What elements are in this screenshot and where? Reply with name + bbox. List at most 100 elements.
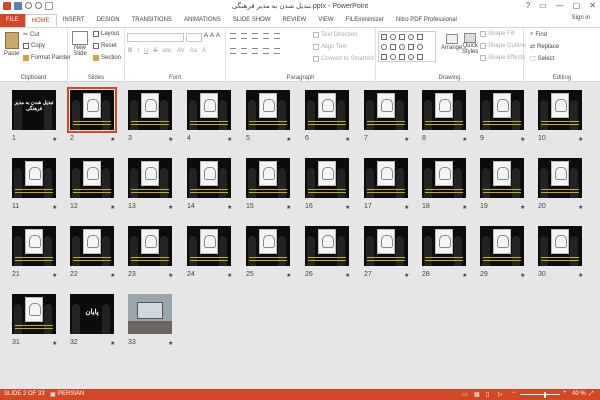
tab-animations[interactable]: ANIMATIONS <box>178 14 227 27</box>
transition-star-icon[interactable]: ★ <box>110 272 115 279</box>
align-center-icon[interactable] <box>241 48 247 54</box>
slide-thumbnail[interactable] <box>538 226 582 266</box>
shape-icon[interactable] <box>408 54 414 60</box>
align-text-button[interactable]: Align Text <box>313 44 347 50</box>
increase-font-size-button[interactable]: A <box>204 33 208 39</box>
transition-star-icon[interactable]: ★ <box>110 136 115 143</box>
transition-star-icon[interactable]: ★ <box>168 272 173 279</box>
underline-button[interactable]: U <box>144 48 148 54</box>
transition-star-icon[interactable]: ★ <box>286 272 291 279</box>
shape-icon[interactable] <box>381 54 387 60</box>
shape-icon[interactable] <box>399 34 405 40</box>
ribbon-display-icon[interactable]: ▭ <box>539 1 547 10</box>
font-name-select[interactable] <box>127 33 184 42</box>
shape-icon[interactable] <box>399 44 405 50</box>
zoom-slider-track[interactable] <box>520 394 560 395</box>
decrease-font-size-button[interactable]: A <box>210 33 214 39</box>
increase-indent-icon[interactable] <box>263 33 269 39</box>
line-spacing-icon[interactable] <box>274 33 280 39</box>
tab-review[interactable]: REVIEW <box>277 14 313 27</box>
slide-thumbnail[interactable] <box>364 158 408 198</box>
slide-thumbnail[interactable] <box>128 294 172 334</box>
reset-button[interactable]: Reset <box>93 43 117 49</box>
transition-star-icon[interactable]: ★ <box>168 204 173 211</box>
slide-thumbnail[interactable] <box>12 294 56 334</box>
transition-star-icon[interactable]: ★ <box>168 340 173 347</box>
tab-transitions[interactable]: TRANSITIONS <box>126 14 178 27</box>
slide-show-view-icon[interactable]: ▷ <box>498 391 503 398</box>
shapes-gallery[interactable] <box>378 31 436 62</box>
shape-icon[interactable] <box>399 54 405 60</box>
slide-thumbnail[interactable] <box>246 226 290 266</box>
maximize-icon[interactable]: ▢ <box>573 1 581 10</box>
slide-thumbnail[interactable] <box>187 158 231 198</box>
close-icon[interactable]: ✕ <box>589 1 596 10</box>
slide-thumbnail[interactable] <box>364 226 408 266</box>
shape-icon[interactable] <box>408 34 414 40</box>
slide-thumbnail[interactable] <box>480 90 524 130</box>
format-painter-button[interactable]: Format Painter <box>23 55 71 61</box>
shape-fill-button[interactable]: Shape Fill <box>480 31 515 37</box>
tab-nitro-pdf[interactable]: Nitro PDF Professional <box>390 14 463 27</box>
convert-smartart-button[interactable]: Convert to SmartArt <box>313 56 374 62</box>
transition-star-icon[interactable]: ★ <box>227 204 232 211</box>
transition-star-icon[interactable]: ★ <box>168 136 173 143</box>
paste-button[interactable]: Paste <box>4 32 19 57</box>
transition-star-icon[interactable]: ★ <box>52 340 57 347</box>
slide-thumbnail[interactable] <box>70 226 114 266</box>
slide-thumbnail[interactable] <box>422 90 466 130</box>
shape-icon[interactable] <box>381 34 387 40</box>
slide-thumbnail[interactable] <box>305 158 349 198</box>
shape-outline-button[interactable]: Shape Outline <box>480 43 526 49</box>
transition-star-icon[interactable]: ★ <box>345 204 350 211</box>
slide-sorter-pane[interactable]: تبدیل شدن به مدیر فرهنگی 1 ★ 2 ★ 3 ★ 4 ★ 5 ★ 6 ★ 7 ★ 8 ★… <box>0 82 600 389</box>
transition-star-icon[interactable]: ★ <box>404 204 409 211</box>
slide-thumbnail[interactable] <box>480 226 524 266</box>
transition-star-icon[interactable]: ★ <box>462 204 467 211</box>
zoom-level[interactable]: 40 % <box>572 391 586 397</box>
slide-thumbnail[interactable] <box>422 158 466 198</box>
shape-icon[interactable] <box>408 44 414 50</box>
columns-icon[interactable] <box>274 48 280 54</box>
change-case-button[interactable]: Aa <box>190 48 197 54</box>
font-color-button[interactable]: A <box>202 48 206 54</box>
transition-star-icon[interactable]: ★ <box>110 204 115 211</box>
transition-star-icon[interactable]: ★ <box>578 204 583 211</box>
select-button[interactable]: ⬚ Select <box>530 55 554 63</box>
slide-thumbnail[interactable] <box>364 90 408 130</box>
transition-star-icon[interactable]: ★ <box>462 272 467 279</box>
shape-icon[interactable] <box>417 34 423 40</box>
tab-slide-show[interactable]: SLIDE SHOW <box>227 14 277 27</box>
slide-thumbnail[interactable] <box>538 158 582 198</box>
align-right-icon[interactable] <box>252 48 258 54</box>
transition-star-icon[interactable]: ★ <box>227 272 232 279</box>
zoom-out-button[interactable]: − <box>512 390 516 396</box>
transition-star-icon[interactable]: ★ <box>52 136 57 143</box>
tab-file[interactable]: FILE <box>0 14 25 27</box>
shape-icon[interactable] <box>390 54 396 60</box>
slide-thumbnail[interactable] <box>480 158 524 198</box>
tab-view[interactable]: VIEW <box>312 14 339 27</box>
align-left-icon[interactable] <box>230 48 236 54</box>
tab-design[interactable]: DESIGN <box>91 14 126 27</box>
transition-star-icon[interactable]: ★ <box>227 136 232 143</box>
slide-thumbnail[interactable] <box>12 158 56 198</box>
slide-thumbnail[interactable] <box>187 226 231 266</box>
transition-star-icon[interactable]: ★ <box>578 272 583 279</box>
numbering-icon[interactable] <box>241 33 247 39</box>
shape-icon[interactable] <box>390 34 396 40</box>
bullets-icon[interactable] <box>230 33 236 39</box>
transition-star-icon[interactable]: ★ <box>52 204 57 211</box>
transition-star-icon[interactable]: ★ <box>345 136 350 143</box>
text-shadow-button[interactable]: abc <box>162 48 172 54</box>
proofing-icon[interactable]: ▣ <box>50 391 56 398</box>
slide-thumbnail[interactable] <box>128 226 172 266</box>
transition-star-icon[interactable]: ★ <box>520 204 525 211</box>
transition-star-icon[interactable]: ★ <box>286 136 291 143</box>
slide-thumbnail[interactable] <box>12 226 56 266</box>
slide-thumbnail[interactable] <box>128 158 172 198</box>
clear-formatting-button[interactable]: A <box>216 33 220 39</box>
shape-effects-button[interactable]: Shape Effects <box>480 55 525 61</box>
find-button[interactable]: ⌕ Find <box>530 31 547 38</box>
bold-button[interactable]: B <box>128 48 132 54</box>
